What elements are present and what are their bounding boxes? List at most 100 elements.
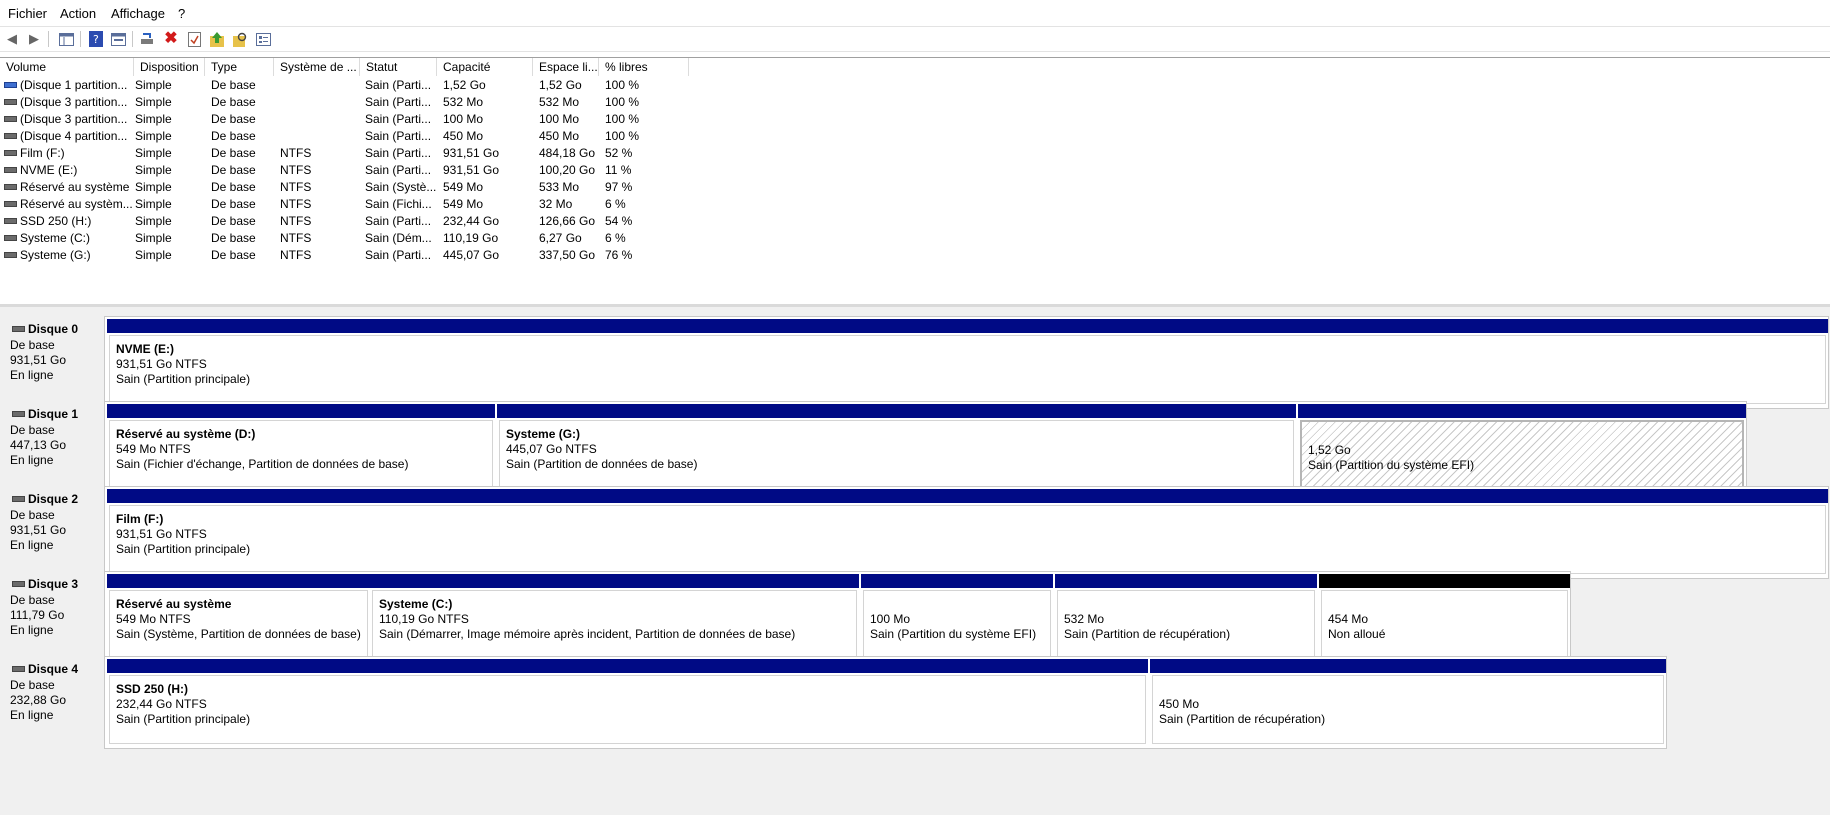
volume-row[interactable]: Systeme (G:) Simple De base NTFS Sain (Parti… xyxy=(0,247,700,264)
volume-type-cell: De base xyxy=(211,163,256,177)
partition[interactable]: 532 Mo Sain (Partition de récupération) xyxy=(1055,574,1317,661)
partition[interactable]: NVME (E:) 931,51 Go NTFS Sain (Partition p… xyxy=(107,319,1828,406)
disk-state: En ligne xyxy=(10,368,54,382)
volume-free-cell: 484,18 Go xyxy=(539,146,596,160)
volume-row[interactable]: (Disque 1 partition... Simple De base Sain … xyxy=(0,77,700,94)
disk-name: Disque 1 xyxy=(12,407,78,421)
volume-row[interactable]: (Disque 3 partition... Simple De base Sain … xyxy=(0,111,700,128)
partition-status: Sain (Partition principale) xyxy=(116,372,251,386)
partition[interactable]: SSD 250 (H:) 232,44 Go NTFS Sain (Partitio… xyxy=(107,659,1148,746)
volume-type-cell: De base xyxy=(211,146,256,160)
disk-label[interactable]: Disque 3 De base 111,79 Go En ligne xyxy=(4,571,100,666)
volume-free-cell: 532 Mo xyxy=(539,95,580,109)
volume-list-header: Volume Disposition Type Système de ... S… xyxy=(0,58,1830,76)
partition-size: 100 Mo xyxy=(870,612,911,626)
partition[interactable]: Réservé au système (D:) 549 Mo NTFS Sain (… xyxy=(107,404,495,491)
volume-name: (Disque 4 partition... xyxy=(20,129,128,143)
disk-label[interactable]: Disque 2 De base 931,51 Go En ligne xyxy=(4,486,100,581)
column-type[interactable]: Type xyxy=(205,58,274,76)
volume-name: (Disque 3 partition... xyxy=(20,95,128,109)
partition-bar xyxy=(107,319,1828,333)
menu-affichage[interactable]: Affichage xyxy=(111,6,165,21)
disk-label[interactable]: Disque 4 De base 232,88 Go En ligne xyxy=(4,656,100,751)
menu-action[interactable]: Action xyxy=(60,6,96,21)
connect-icon[interactable] xyxy=(140,31,156,47)
volume-row[interactable]: Réservé au système Simple De base NTFS Sain … xyxy=(0,179,700,196)
unallocated-space[interactable]: 454 Mo Non alloué xyxy=(1319,574,1570,661)
partition[interactable]: Réservé au système 549 Mo NTFS Sain (Systè… xyxy=(107,574,370,661)
partition[interactable]: Film (F:) 931,51 Go NTFS Sain (Partition p… xyxy=(107,489,1828,576)
menu-fichier[interactable]: Fichier xyxy=(8,6,47,21)
menu-help[interactable]: ? xyxy=(178,6,185,21)
volume-row[interactable]: (Disque 3 partition... Simple De base Sain … xyxy=(0,94,700,111)
disk-type: De base xyxy=(10,338,55,352)
toolbar: ◀ ▶ ? ✖ xyxy=(0,26,1830,52)
partition[interactable]: 1,52 Go Sain (Partition du système EFI) xyxy=(1298,404,1746,491)
toolbar-separator xyxy=(132,31,133,47)
volume-pct-cell: 100 % xyxy=(605,129,640,143)
disk-partition-track: Réservé au système (D:) 549 Mo NTFS Sain (… xyxy=(104,401,1747,494)
volume-layout-cell: Simple xyxy=(135,95,172,109)
volume-row[interactable]: Systeme (C:) Simple De base NTFS Sain (Dém..… xyxy=(0,230,700,247)
delete-icon[interactable]: ✖ xyxy=(163,31,179,47)
column-disposition[interactable]: Disposition xyxy=(134,58,205,76)
console-tree-icon[interactable] xyxy=(58,31,74,47)
column-pct-libres[interactable]: % libres xyxy=(599,58,689,76)
partition[interactable]: Systeme (C:) 110,19 Go NTFS Sain (Démarrer… xyxy=(370,574,859,661)
volume-layout-cell: Simple xyxy=(135,112,172,126)
partition-status: Sain (Partition de récupération) xyxy=(1159,712,1326,726)
partition-title: Réservé au système (D:) xyxy=(116,427,256,441)
partition-size: 454 Mo xyxy=(1328,612,1369,626)
disk-label[interactable]: Disque 1 De base 447,13 Go En ligne xyxy=(4,401,100,496)
disk-name-text: Disque 0 xyxy=(28,322,79,336)
column-capacite[interactable]: Capacité xyxy=(437,58,533,76)
volume-name: Systeme (G:) xyxy=(20,248,91,262)
disk-partition-track: Réservé au système 549 Mo NTFS Sain (Systè… xyxy=(104,571,1571,664)
up-icon[interactable] xyxy=(209,31,225,47)
volume-row[interactable]: SSD 250 (H:) Simple De base NTFS Sain (Parti… xyxy=(0,213,700,230)
forward-icon[interactable]: ▶ xyxy=(26,31,42,47)
properties-panel-icon[interactable] xyxy=(110,31,126,47)
volume-status-cell: Sain (Parti... xyxy=(365,129,432,143)
volume-row[interactable]: NVME (E:) Simple De base NTFS Sain (Parti...… xyxy=(0,162,700,179)
partition[interactable]: Systeme (G:) 445,07 Go NTFS Sain (Partitio… xyxy=(497,404,1296,491)
volume-row[interactable]: Réservé au systèm... Simple De base NTFS Sai… xyxy=(0,196,700,213)
disk-name: Disque 0 xyxy=(12,322,78,336)
column-volume[interactable]: Volume xyxy=(0,58,134,76)
partition-bar xyxy=(107,404,495,418)
disk-name-text: Disque 1 xyxy=(28,407,79,421)
volume-layout-cell: Simple xyxy=(135,248,172,262)
volume-icon xyxy=(4,81,17,88)
volume-row[interactable]: (Disque 4 partition... Simple De base Sain … xyxy=(0,128,700,145)
search-icon[interactable] xyxy=(232,31,248,47)
disk-name-text: Disque 3 xyxy=(28,577,79,591)
back-icon[interactable]: ◀ xyxy=(4,31,20,47)
help-icon[interactable]: ? xyxy=(88,31,104,47)
partition-body: Systeme (C:) 110,19 Go NTFS Sain (Démarrer… xyxy=(372,590,857,659)
toolbar-separator xyxy=(80,31,81,47)
partition[interactable]: 450 Mo Sain (Partition de récupération) xyxy=(1150,659,1666,746)
partition-body: Réservé au système 549 Mo NTFS Sain (Systè… xyxy=(109,590,368,659)
volume-layout-cell: Simple xyxy=(135,163,172,177)
column-espace-libre[interactable]: Espace li... xyxy=(533,58,599,76)
disk-name: Disque 4 xyxy=(12,662,78,676)
disk-label[interactable]: Disque 0 De base 931,51 Go En ligne xyxy=(4,316,100,411)
volume-name-cell: (Disque 4 partition... xyxy=(4,128,127,145)
volume-row[interactable]: Film (F:) Simple De base NTFS Sain (Parti...… xyxy=(0,145,700,162)
column-filesystem[interactable]: Système de ... xyxy=(274,58,360,76)
partition-status: Sain (Partition de données de base) xyxy=(506,457,698,471)
partition-title: Systeme (G:) xyxy=(506,427,581,441)
volume-icon xyxy=(4,166,17,173)
column-statut[interactable]: Statut xyxy=(360,58,437,76)
partition[interactable]: 100 Mo Sain (Partition du système EFI) xyxy=(861,574,1053,661)
volume-capacity-cell: 931,51 Go xyxy=(443,163,500,177)
volume-capacity-cell: 110,19 Go xyxy=(443,231,499,245)
volume-type-cell: De base xyxy=(211,214,256,228)
partition-body: 532 Mo Sain (Partition de récupération) xyxy=(1057,590,1315,659)
volume-name-cell: Réservé au systèm... xyxy=(4,196,133,213)
disk-type: De base xyxy=(10,678,55,692)
check-icon[interactable] xyxy=(186,31,202,47)
volume-layout-cell: Simple xyxy=(135,214,172,228)
settings-icon[interactable] xyxy=(255,31,271,47)
volume-pct-cell: 100 % xyxy=(605,95,640,109)
